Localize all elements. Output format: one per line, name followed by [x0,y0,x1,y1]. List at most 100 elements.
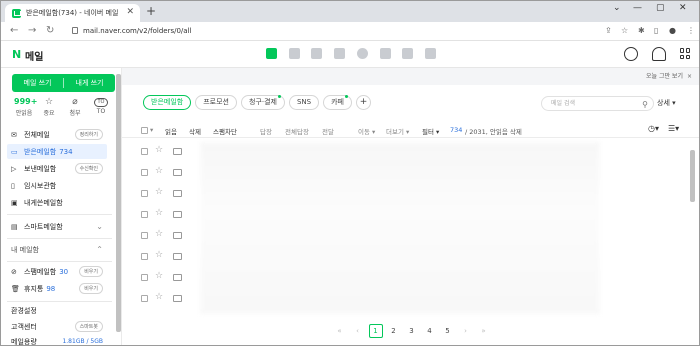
star-icon[interactable]: ☆ [155,166,163,176]
write-to-self-button[interactable]: 내게 쓰기 [64,74,115,92]
sidebar-item-smart-mailbox[interactable]: ▤ 스마트메일함 ⌄ [7,219,107,234]
share-icon[interactable]: ⇪ [605,26,612,35]
page-2-button[interactable]: 2 [387,324,401,338]
extensions-icon[interactable]: ✱ [638,26,645,35]
tab-search-icon[interactable]: ⌄ [613,3,621,13]
sidebar-item-all-mail[interactable]: ✉ 전체메일 정리하기 [7,127,107,142]
talk-icon[interactable] [624,47,638,61]
page-5-button[interactable]: 5 [441,324,455,338]
page-3-button[interactable]: 3 [405,324,419,338]
memo-app-icon[interactable] [357,48,368,59]
filter-dropdown[interactable]: 필터 ▾ [422,126,439,136]
mybox-app-icon[interactable] [311,48,322,59]
star-icon[interactable]: ☆ [155,208,163,218]
maximize-icon[interactable]: ▢ [656,3,665,13]
mail-search-input[interactable]: 메일 검색 ⚲ [541,96,654,111]
delete-button[interactable]: 삭제 [189,126,201,136]
close-icon[interactable]: × [687,73,692,80]
next-page-button[interactable]: › [459,324,473,338]
sidebar-item-trash[interactable]: 🗑 휴지통 98 비우기 [7,281,107,296]
sidebar-item-settings[interactable]: 환경설정 [7,303,107,318]
forward-button[interactable]: 전달 [322,126,334,136]
quick-unread[interactable]: 999+ 안읽음 [14,97,37,117]
bookmark-star-icon[interactable]: ☆ [621,26,628,35]
mail-row[interactable]: ☆ [122,162,689,183]
prev-page-button[interactable]: ‹ [351,324,365,338]
bookmark-app-icon[interactable] [425,48,436,59]
calendar-app-icon[interactable] [289,48,300,59]
chevron-down-icon[interactable]: ⌄ [96,222,103,231]
first-page-button[interactable]: « [333,324,347,338]
mail-row[interactable]: ☆ [122,288,689,309]
star-icon[interactable]: ☆ [155,271,163,281]
window-close-icon[interactable]: ✕ [679,3,687,13]
app-grid-icon[interactable] [680,48,691,59]
row-checkbox[interactable] [141,295,148,302]
reply-all-button[interactable]: 전체답장 [285,126,309,136]
mail-row[interactable]: ☆ [122,267,689,288]
row-checkbox[interactable] [141,253,148,260]
browser-menu-icon[interactable]: ⋮ [687,26,695,35]
sidebar-item-customer-center[interactable]: 고객센터 스마트봇 [7,319,107,334]
tab-sns[interactable]: SNS [288,95,320,110]
advanced-search-button[interactable]: 상세 ▾ [657,98,676,108]
contacts-app-icon[interactable] [334,48,345,59]
star-icon[interactable]: ☆ [155,229,163,239]
row-checkbox[interactable] [141,211,148,218]
row-checkbox[interactable] [141,190,148,197]
sidebar-scrollbar[interactable] [116,74,121,332]
sidebar-item-sent[interactable]: ▷ 보낸메일함 수신확인 [7,161,107,176]
move-dropdown[interactable]: 이동 ▾ [358,126,375,136]
mail-row[interactable]: ☆ [122,183,689,204]
back-icon[interactable]: ← [10,25,18,36]
tab-promotion[interactable]: 프로모션 [195,95,237,110]
envelope-icon[interactable] [173,232,182,239]
envelope-icon[interactable] [173,211,182,218]
minimize-icon[interactable]: — [633,3,642,13]
block-spam-button[interactable]: 스팸차단 [213,126,237,136]
mail-row[interactable]: ☆ [122,141,689,162]
envelope-icon[interactable] [173,295,182,302]
smart-bot-button[interactable]: 스마트봇 [74,321,103,332]
mail-list-scrollbar[interactable] [690,150,695,202]
list-view-icon[interactable]: ☰▾ [668,124,679,133]
mail-row[interactable]: ☆ [122,225,689,246]
star-icon[interactable]: ☆ [155,187,163,197]
mail-logo-text[interactable]: 메일 [25,48,43,63]
row-checkbox[interactable] [141,169,148,176]
new-tab-button[interactable]: + [146,4,156,18]
side-panel-icon[interactable]: ▯ [654,26,658,35]
sidebar-item-spam[interactable]: ⊘ 스팸메일함 30 비우기 [7,264,107,279]
more-dropdown[interactable]: 더보기 ▾ [386,126,409,136]
star-icon[interactable]: ☆ [155,250,163,260]
mail-total-and-unread-delete[interactable]: / 2031, 안읽음 삭제 [465,126,522,136]
organize-button[interactable]: 정리하기 [74,129,103,140]
select-all-checkbox[interactable] [141,127,148,134]
envelope-icon[interactable] [173,148,182,155]
mail-row[interactable]: ☆ [122,204,689,225]
tab-inbox[interactable]: 받은메일함 [143,95,192,110]
empty-trash-button[interactable]: 비우기 [79,283,103,294]
row-checkbox[interactable] [141,274,148,281]
envelope-icon[interactable] [173,253,182,260]
reload-icon[interactable]: ↻ [46,25,54,36]
add-tab-button[interactable]: + [355,95,371,110]
envelope-icon[interactable] [173,190,182,197]
mail-app-icon[interactable] [266,48,277,59]
quick-important[interactable]: ☆ 중요 [39,97,59,117]
row-checkbox[interactable] [141,148,148,155]
cafe-app-icon[interactable] [402,48,413,59]
star-icon[interactable]: ☆ [155,292,163,302]
quick-to-me[interactable]: TO TO [91,97,111,115]
sidebar-item-drafts[interactable]: ▯ 임시보관함 [7,178,107,193]
tab-cafe[interactable]: 카페 [323,95,352,110]
lock-icon[interactable] [72,27,78,34]
envelope-icon[interactable] [173,274,182,281]
url-input[interactable]: mail.naver.com/v2/folders/0/all [83,27,191,35]
forward-icon[interactable]: → [28,25,36,36]
chevron-up-icon[interactable]: ⌃ [96,245,103,254]
read-receipt-button[interactable]: 수신확인 [74,163,103,174]
naver-logo[interactable]: N [12,48,21,61]
notes-app-icon[interactable] [380,48,391,59]
page-4-button[interactable]: 4 [423,324,437,338]
